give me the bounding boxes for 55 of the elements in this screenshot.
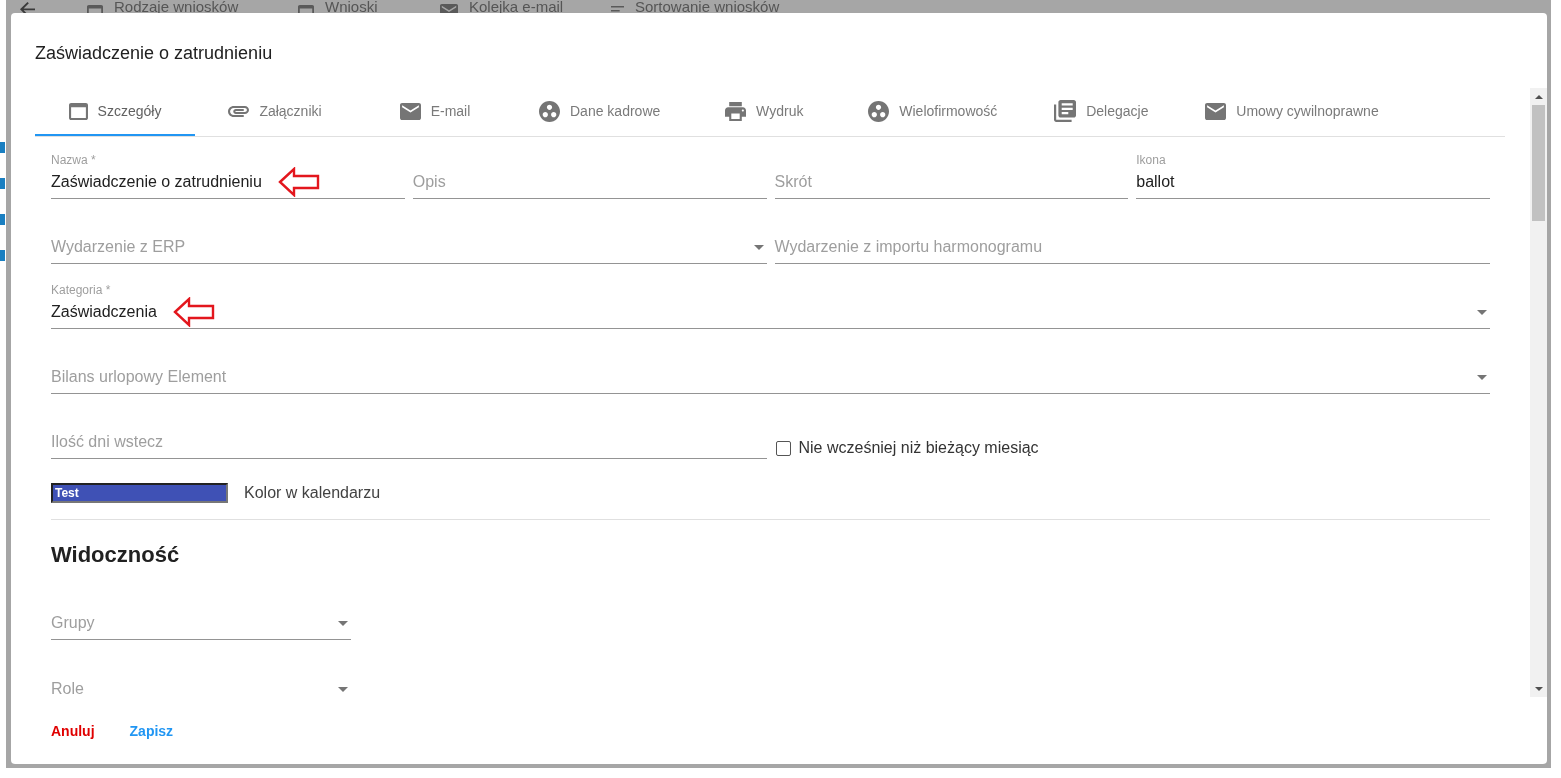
dialog-title: Zaświadczenie o zatrudnieniu: [35, 42, 273, 65]
dropdown-caret-icon: [338, 686, 348, 692]
tab[interactable]: Delegacje: [1021, 88, 1182, 136]
paperclip-icon: [228, 105, 250, 117]
scrollbar-thumb[interactable]: [1532, 105, 1545, 221]
dropdown-caret-icon: [1477, 309, 1487, 315]
toolbar-link[interactable]: Kolejka e-mail: [469, 0, 564, 13]
tab[interactable]: Załączniki: [195, 88, 355, 136]
section-heading: Widoczność: [51, 541, 180, 569]
dropdown-field[interactable]: Grupy: [51, 593, 351, 640]
dropdown-caret-icon: [338, 620, 348, 626]
checkbox-label: Nie wcześniej niż bieżący miesiąc: [798, 438, 1039, 458]
color-picker-field[interactable]: Test: [51, 483, 228, 503]
documents-stack-icon: [1054, 100, 1077, 122]
tab[interactable]: E-mail: [355, 88, 515, 136]
scroll-down-arrow-icon[interactable]: [1534, 686, 1543, 691]
square-icon: [0, 250, 5, 261]
window-icon: [68, 102, 88, 120]
tab[interactable]: Umowy cywilnoprawne: [1181, 88, 1403, 136]
dropdown-field[interactable]: Bilans urlopowy Element: [51, 347, 1490, 394]
envelope-icon: [440, 4, 458, 13]
dropdown-caret-icon: [753, 244, 764, 250]
color-field-label: Kolor w kalendarzu: [244, 483, 381, 503]
toolbar-link[interactable]: Rodzaje wniosków: [114, 0, 239, 13]
scroll-up-arrow-icon[interactable]: [1534, 94, 1543, 99]
square-icon: [0, 214, 5, 225]
printer-icon: [725, 101, 747, 121]
scrollbar[interactable]: [1530, 88, 1547, 697]
window-icon: [298, 5, 314, 13]
text-field[interactable]: Ikona ballot: [1136, 152, 1490, 199]
dropdown-field[interactable]: Wydarzenie z ERP: [51, 217, 767, 264]
cancel-button[interactable]: Anuluj: [43, 713, 103, 749]
back-arrow-icon[interactable]: [20, 2, 35, 13]
tab[interactable]: Wielofirmowość: [844, 88, 1022, 136]
tab[interactable]: Wydruk: [684, 88, 845, 136]
sort-lines-icon: [611, 6, 624, 13]
dropdown-field[interactable]: Kategoria * Zaświadczenia: [51, 282, 1490, 329]
toolbar-link[interactable]: Wnioski: [325, 0, 378, 13]
text-field[interactable]: Skrót: [774, 152, 1129, 199]
envelope-icon: [1205, 102, 1227, 120]
dropdown-caret-icon: [1477, 374, 1487, 380]
tab[interactable]: Dane kadrowe: [515, 88, 685, 136]
window-icon: [87, 5, 103, 13]
dropdown-field[interactable]: Role: [51, 659, 351, 697]
text-field[interactable]: Nazwa * Zaświadczenie o zatrudnieniu: [51, 152, 405, 199]
text-field[interactable]: Opis: [412, 152, 767, 199]
envelope-icon: [399, 102, 421, 120]
checkbox[interactable]: [775, 440, 791, 456]
tab[interactable]: Szczegóły: [35, 88, 195, 136]
text-field[interactable]: Wydarzenie z importu harmonogramu: [774, 217, 1490, 264]
square-icon: [0, 178, 5, 189]
square-icon: [0, 142, 5, 153]
save-button[interactable]: Zapisz: [121, 713, 182, 749]
text-field[interactable]: Ilość dni wstecz: [51, 412, 767, 459]
toolbar-link[interactable]: Sortowanie wniosków: [635, 0, 780, 13]
